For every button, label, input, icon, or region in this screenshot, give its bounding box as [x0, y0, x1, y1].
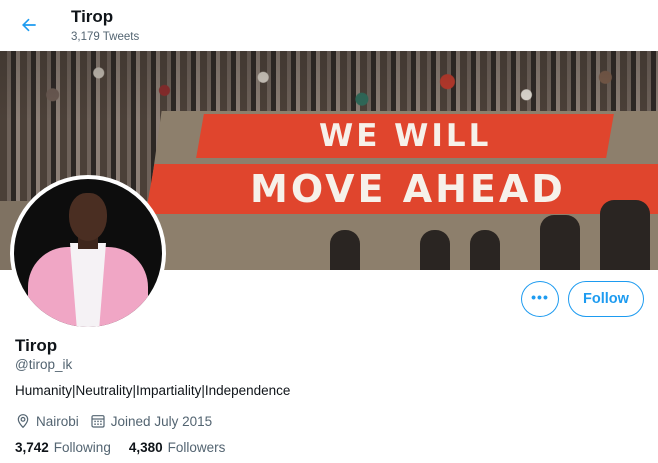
banner-sign-top: WE WILL — [196, 114, 614, 158]
banner-photographer — [470, 230, 500, 270]
tweet-count: 3,179 Tweets — [71, 31, 140, 43]
profile-handle: @tirop_ik — [15, 357, 73, 372]
banner-photographer — [600, 200, 650, 270]
following-link[interactable]: 3,742 Following — [15, 440, 111, 455]
profile-meta: Nairobi Joined July 2015 — [15, 411, 223, 431]
follow-button[interactable]: Follow — [568, 281, 644, 317]
calendar-icon — [91, 415, 105, 428]
location-pin-icon — [17, 414, 29, 429]
avatar-photo — [14, 179, 162, 327]
banner-photographer — [420, 230, 450, 270]
banner-photographer — [330, 230, 360, 270]
profile-header: Tirop 3,179 Tweets — [0, 0, 658, 50]
followers-label: Followers — [167, 440, 226, 455]
following-count: 3,742 — [15, 440, 49, 455]
profile-location: Nairobi — [15, 413, 79, 429]
more-horizontal-icon: ••• — [531, 289, 549, 305]
profile-bio: Humanity|Neutrality|Impartiality|Indepen… — [15, 383, 291, 398]
banner-photographer — [540, 215, 580, 270]
followers-count: 4,380 — [128, 440, 163, 455]
banner-sign-text-2: MOVE AHEAD — [249, 167, 566, 211]
profile-joined: Joined July 2015 — [90, 413, 212, 429]
profile-stats: 3,742 Following 4,380 Followers — [15, 440, 243, 455]
joined-text: Joined July 2015 — [110, 413, 213, 429]
back-button[interactable] — [14, 10, 44, 40]
followers-link[interactable]: 4,380 Followers — [129, 440, 226, 455]
banner-sign-text-1: WE WILL — [318, 118, 492, 154]
following-label: Following — [53, 440, 111, 455]
profile-name: Tirop — [15, 336, 58, 355]
location-text: Nairobi — [36, 413, 79, 429]
arrow-left-icon — [22, 18, 36, 32]
header-title: Tirop — [71, 7, 114, 26]
more-options-button[interactable]: ••• — [521, 281, 559, 317]
profile-avatar[interactable] — [10, 175, 166, 331]
banner-sign-bottom: MOVE AHEAD — [145, 164, 658, 214]
